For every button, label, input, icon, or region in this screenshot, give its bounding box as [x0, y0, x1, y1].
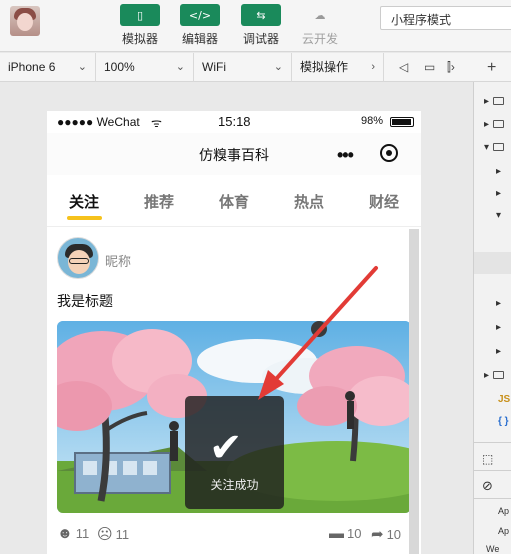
braces-file-label[interactable]: { }	[498, 416, 509, 427]
mode-select[interactable]: 小程序模式	[380, 6, 511, 30]
simulator-button[interactable]: ▯ 模拟器	[119, 4, 161, 47]
close-target-icon[interactable]	[380, 144, 398, 162]
comment-count: 10	[347, 526, 362, 541]
mode-value: 小程序模式	[391, 13, 452, 27]
file-tree-panel: ▸ ▸ ▾ ▸ ▸ ▾ ▸ ▸ ▸ ▸ JS { } ⬚ ⊘ Ap Ap We	[473, 82, 511, 554]
tree-item-row[interactable]: ▸	[496, 166, 501, 177]
device-bar: iPhone 6 ⌄ 100% ⌄ WiFi ⌄ 模拟操作 › ◁ ▭ ⫿› +	[0, 53, 511, 82]
folder-icon	[493, 120, 505, 129]
post-stats: ☻ 11 ☹ 11 ▬ 10 ➦ 10	[57, 525, 411, 547]
tree-folder-row[interactable]: ▾	[484, 142, 505, 153]
carrier-label: ●●●●● WeChat	[57, 115, 140, 129]
window-icon[interactable]: ▭	[424, 53, 435, 82]
operation-value: 模拟操作	[300, 60, 349, 74]
clear-console-icon[interactable]: ⊘	[482, 478, 493, 494]
share-icon: ➦	[371, 526, 384, 543]
user-avatar-icon[interactable]	[10, 6, 40, 36]
tab-finance[interactable]: 财经	[369, 191, 399, 212]
success-toast: ✔ 关注成功	[185, 396, 284, 509]
divider	[474, 498, 511, 499]
operation-select[interactable]: 模拟操作 ›	[292, 53, 384, 82]
smile-count: 11	[75, 526, 90, 541]
avatar[interactable]	[57, 237, 99, 279]
tree-item-row[interactable]: ▸	[496, 322, 501, 333]
tree-item-row[interactable]: ▸	[496, 346, 501, 357]
chevron-down-icon: ⌄	[175, 61, 185, 73]
cloud-icon: ☁	[314, 8, 326, 22]
zoom-value: 100%	[104, 60, 135, 74]
folder-icon	[493, 143, 505, 152]
cloud-button[interactable]: ☁ 云开发	[299, 4, 341, 47]
split-icon[interactable]: ⫿›	[447, 53, 455, 82]
share-count: 10	[386, 526, 402, 542]
share-stat[interactable]: ➦ 10	[371, 525, 401, 543]
sad-icon: ☹	[97, 526, 113, 543]
chevron-down-icon: ⌄	[273, 61, 283, 73]
divider	[474, 470, 511, 471]
active-tab-indicator	[67, 216, 102, 220]
sad-count: 11	[115, 526, 130, 542]
debug-icon: ⇆	[241, 4, 281, 26]
console-row: Ap	[498, 506, 510, 516]
json-file-label[interactable]: JS	[498, 394, 510, 405]
comment-stat[interactable]: ▬ 10	[329, 525, 361, 542]
smile-stat[interactable]: ☻ 11	[57, 525, 89, 542]
sad-stat[interactable]: ☹ 11	[97, 525, 129, 543]
add-icon[interactable]: +	[487, 53, 496, 82]
simulator-label: 模拟器	[121, 32, 158, 46]
volume-icon[interactable]: ◁	[399, 53, 408, 82]
tab-sports[interactable]: 体育	[219, 191, 249, 212]
console-row: Ap	[498, 526, 510, 536]
nav-bar: 仿糗事百科 •••	[47, 133, 421, 175]
folder-icon	[493, 97, 505, 106]
battery-percent: 98%	[361, 115, 384, 127]
network-select[interactable]: WiFi ⌄	[194, 53, 292, 82]
check-icon: ✔	[209, 425, 243, 471]
more-icon[interactable]: •••	[337, 145, 354, 166]
tab-bar: 关注 推荐 体育 热点 财经	[47, 175, 421, 227]
tree-item-row[interactable]: ▾	[496, 210, 501, 221]
battery-icon	[390, 117, 414, 127]
comment-icon: ▬	[329, 525, 344, 542]
device-value: iPhone 6	[8, 60, 56, 74]
divider	[474, 442, 511, 443]
tab-hot[interactable]: 热点	[294, 191, 324, 212]
zoom-select[interactable]: 100% ⌄	[96, 53, 194, 82]
post-title: 我是标题	[57, 293, 113, 309]
toast-message: 关注成功	[210, 478, 259, 492]
inspect-icon[interactable]: ⬚	[482, 452, 493, 466]
wifi-icon: ᯤ	[151, 116, 162, 130]
editor-button[interactable]: </> 编辑器	[179, 4, 221, 47]
ide-toolbar: ▯ 模拟器 </> 编辑器 ⇆ 调试器 ☁ 云开发 小程序模式	[0, 0, 511, 52]
tree-folder-row[interactable]: ▸	[484, 96, 505, 107]
tree-folder-row[interactable]: ▸	[484, 119, 505, 130]
tree-item-row[interactable]: ▸	[496, 188, 501, 199]
tree-folder-row[interactable]: ▸	[484, 370, 505, 381]
editor-label: 编辑器	[181, 32, 218, 46]
smile-icon: ☻	[57, 525, 73, 542]
code-icon: </>	[180, 4, 220, 26]
phone-icon: ▯	[120, 4, 160, 26]
nickname[interactable]: 昵称	[105, 251, 131, 270]
tree-item-row[interactable]: ▸	[496, 298, 501, 309]
chevron-down-icon: ⌄	[77, 61, 87, 73]
tab-follow[interactable]: 关注	[69, 191, 99, 212]
status-time: 15:18	[218, 114, 251, 129]
status-bar: ●●●●● WeChat ᯤ 15:18 98%	[47, 111, 421, 133]
tree-selected-row[interactable]	[474, 252, 511, 274]
folder-icon	[493, 371, 505, 380]
chevron-down-icon: ›	[371, 61, 375, 73]
console-row: We	[486, 544, 500, 554]
network-value: WiFi	[202, 60, 226, 74]
debugger-button[interactable]: ⇆ 调试器	[240, 4, 282, 47]
tab-recommend[interactable]: 推荐	[144, 191, 174, 212]
scrollbar[interactable]	[409, 229, 419, 554]
cloud-label: 云开发	[301, 32, 338, 46]
nav-title: 仿糗事百科	[199, 147, 269, 163]
debugger-label: 调试器	[242, 32, 279, 46]
device-select[interactable]: iPhone 6 ⌄	[0, 53, 96, 82]
